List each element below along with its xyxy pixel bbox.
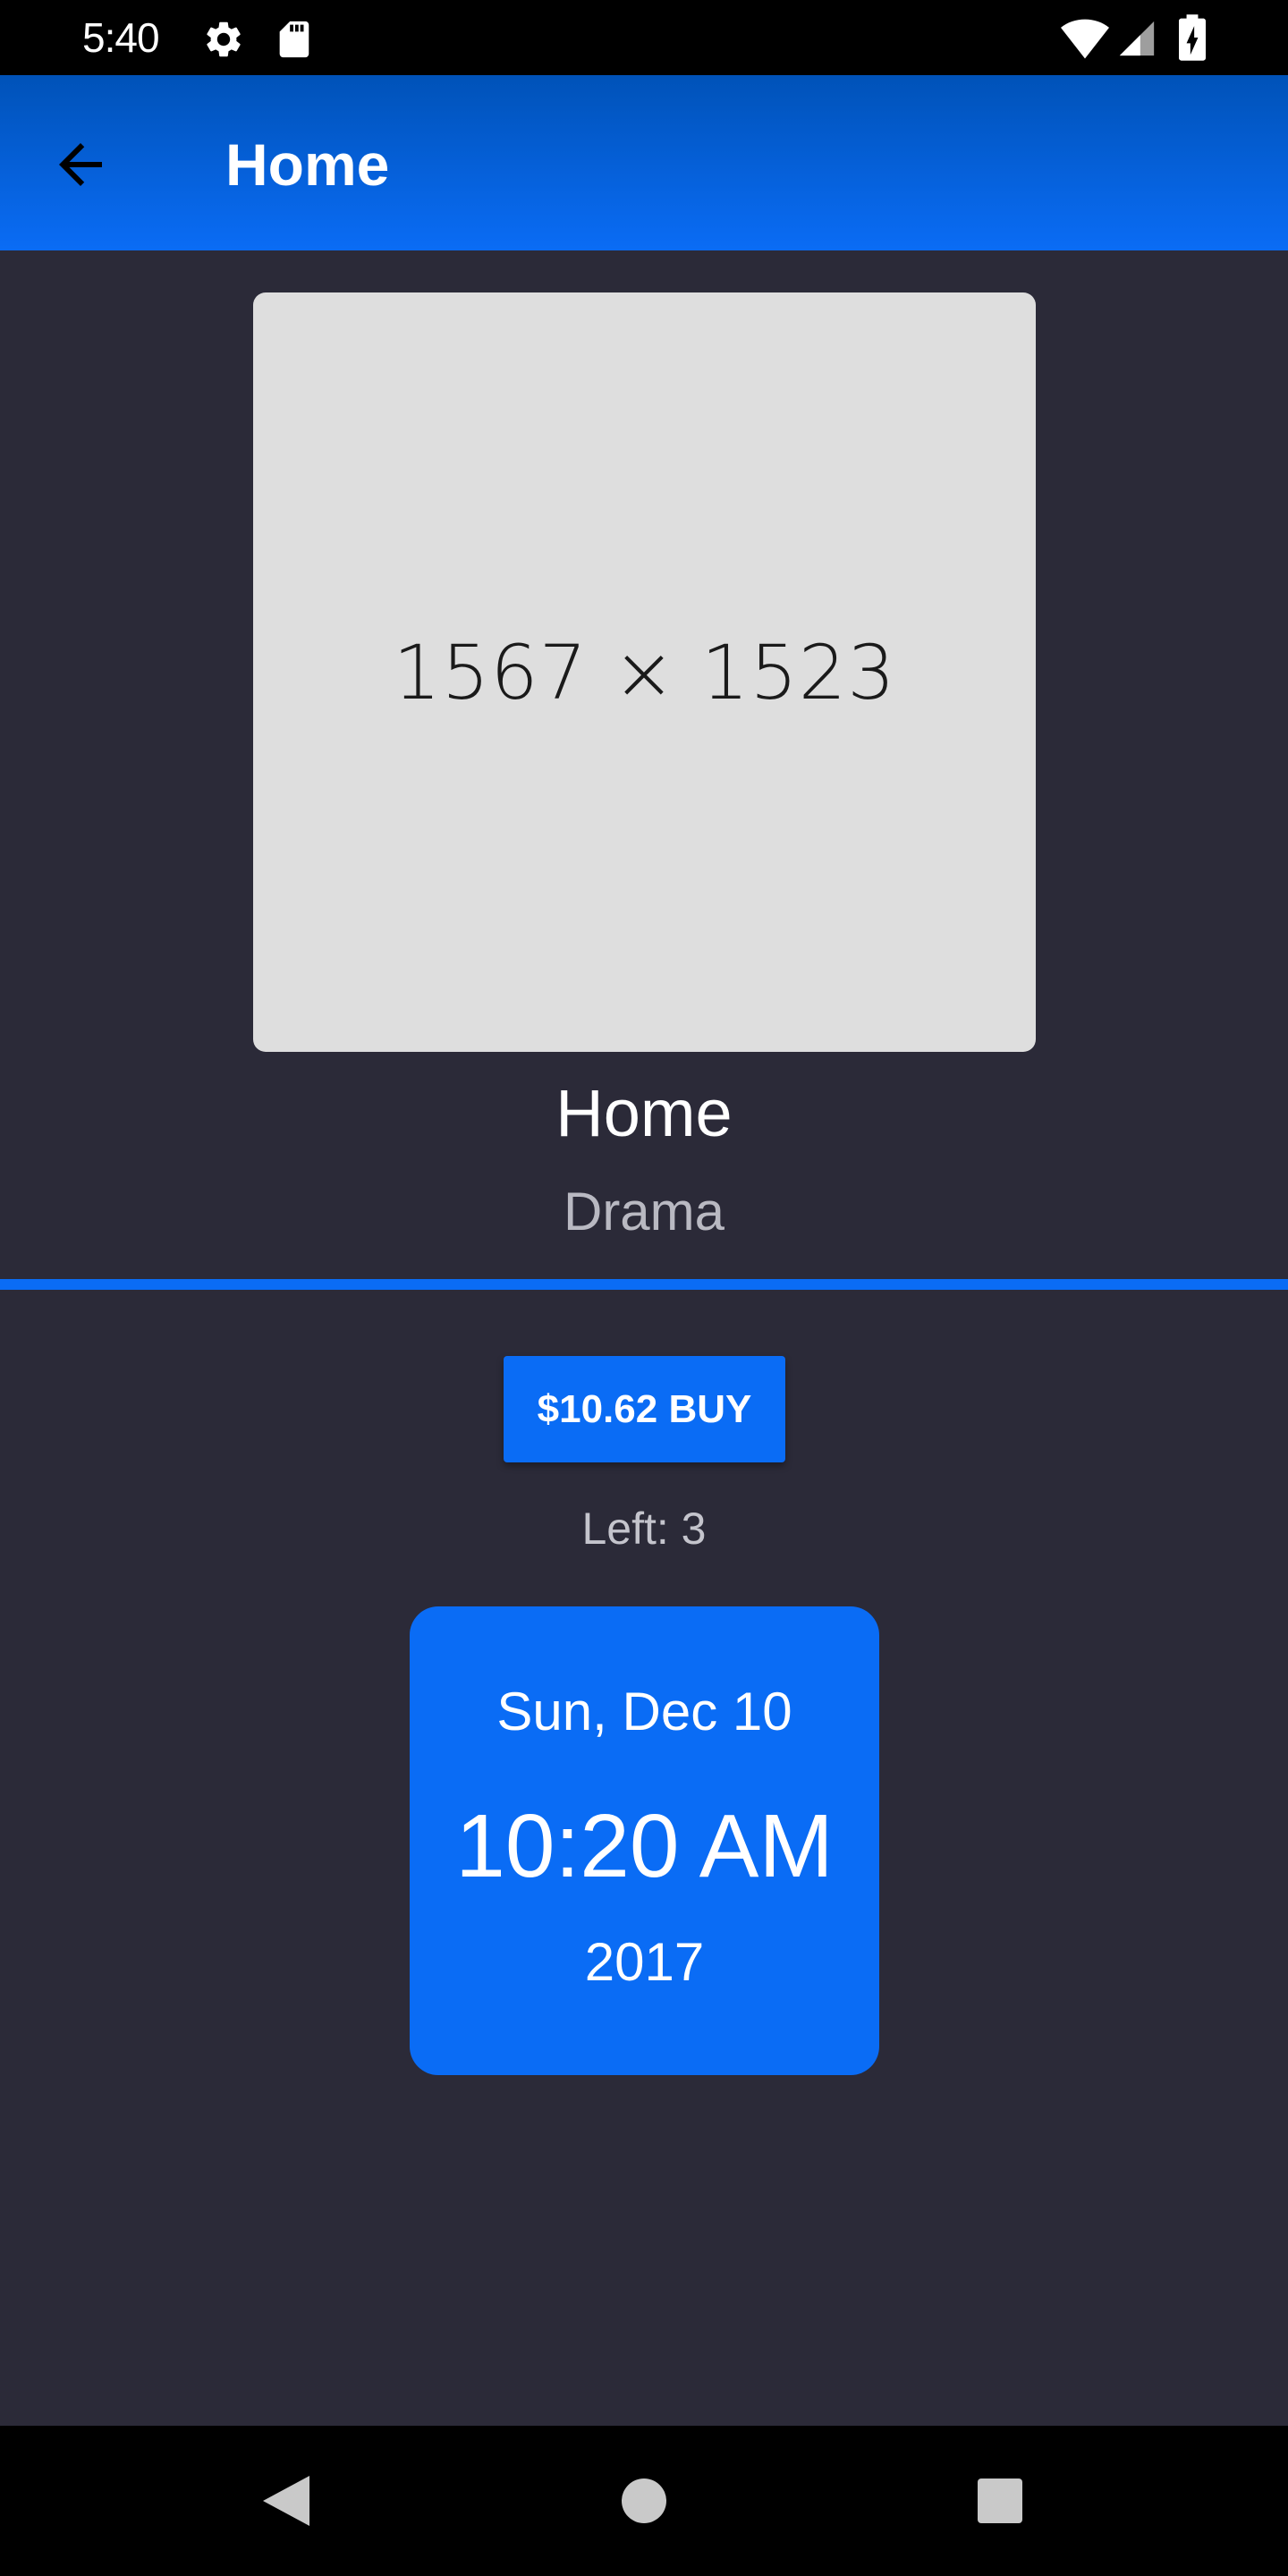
back-button[interactable] [36,120,125,209]
movie-title: Home [555,1076,733,1150]
arrow-left-icon [59,143,102,186]
app-bar: Home [0,75,1288,250]
status-bar: 5:40 [0,0,1288,75]
showtime-year: 2017 [584,1932,705,1992]
screen: 5:40 Home 1567 × 1523 Home Drama $10.62 … [0,0,1288,2576]
showtime-time: 10:20 AM [455,1796,834,1896]
section-divider [0,1279,1288,1290]
nav-back-button[interactable] [242,2456,331,2546]
status-time: 5:40 [82,14,160,61]
navigation-bar [0,2426,1288,2576]
signal-icon [1119,21,1155,56]
home-circle-icon [622,2479,666,2523]
back-triangle-icon [263,2476,309,2526]
page-title: Home [225,131,390,198]
sd-card-icon [279,21,309,58]
movie-poster: 1567 × 1523 [253,292,1036,1052]
poster-placeholder-label: 1567 × 1523 [393,628,896,716]
stock-remaining: Left: 3 [581,1504,707,1554]
nav-recents-button[interactable] [955,2456,1045,2546]
nav-home-button[interactable] [599,2456,689,2546]
wifi-icon [1061,19,1109,59]
settings-icon [207,21,241,57]
recents-square-icon [978,2479,1022,2523]
movie-genre: Drama [563,1182,725,1241]
showtime-date: Sun, Dec 10 [496,1682,792,1741]
buy-button[interactable]: $10.62 BUY [504,1356,785,1462]
battery-charging-icon [1179,14,1206,61]
showtime-card[interactable]: Sun, Dec 10 10:20 AM 2017 [410,1606,879,2075]
